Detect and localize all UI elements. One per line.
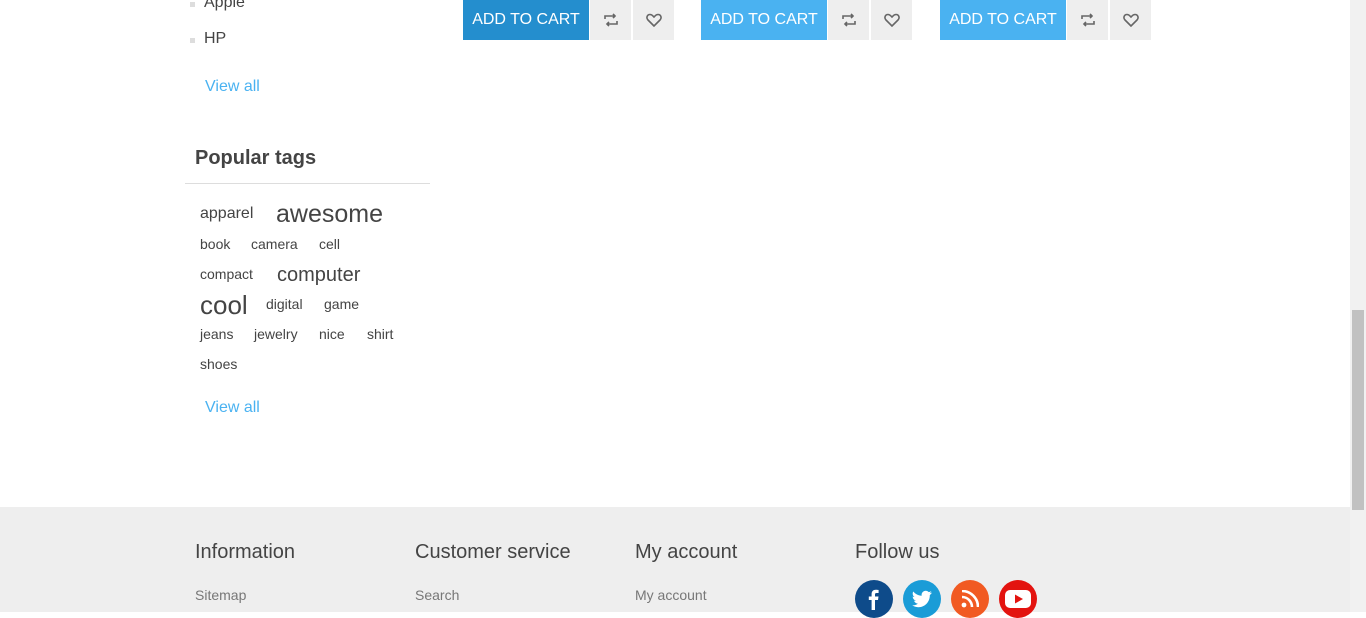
tag-compact[interactable]: compact: [200, 267, 253, 281]
list-bullet: [190, 38, 195, 43]
youtube-button[interactable]: [999, 580, 1037, 618]
manufacturers-view-all-link[interactable]: View all: [205, 78, 260, 96]
tag-shirt[interactable]: shirt: [367, 327, 393, 341]
youtube-icon: [1005, 590, 1031, 608]
rss-button[interactable]: [951, 580, 989, 618]
twitter-icon: [912, 590, 932, 608]
tag-apparel[interactable]: apparel: [200, 206, 253, 222]
tag-game[interactable]: game: [324, 297, 359, 311]
scrollbar-thumb[interactable]: [1352, 310, 1364, 510]
facebook-icon: [868, 589, 879, 610]
manufacturer-label[interactable]: HP: [204, 30, 226, 48]
footer-link-sitemap[interactable]: Sitemap: [195, 587, 246, 603]
add-to-cart-button[interactable]: ADD TO CART: [940, 0, 1066, 40]
twitter-button[interactable]: [903, 580, 941, 618]
add-to-wishlist-button[interactable]: [1110, 0, 1151, 40]
add-to-wishlist-button[interactable]: [871, 0, 912, 40]
add-to-compare-button[interactable]: [828, 0, 869, 40]
tag-nice[interactable]: nice: [319, 327, 345, 341]
add-to-compare-button[interactable]: [590, 0, 631, 40]
add-to-wishlist-button[interactable]: [633, 0, 674, 40]
compare-icon: [603, 13, 618, 27]
tag-cool[interactable]: cool: [200, 292, 248, 318]
footer-information-title: Information: [195, 541, 296, 563]
compare-icon: [841, 13, 856, 27]
popular-tags-title: Popular tags: [195, 147, 317, 169]
list-bullet: [190, 2, 195, 7]
add-to-compare-button[interactable]: [1067, 0, 1108, 40]
footer-link-my-account[interactable]: My account: [635, 587, 707, 603]
tag-computer[interactable]: computer: [277, 265, 360, 285]
heart-icon: [1122, 13, 1139, 27]
tag-jeans[interactable]: jeans: [200, 327, 233, 341]
tag-cell[interactable]: cell: [319, 237, 340, 251]
heart-icon: [645, 13, 662, 27]
footer-my-account-title: My account: [635, 541, 738, 563]
tag-awesome[interactable]: awesome: [276, 202, 383, 227]
tags-view-all-link[interactable]: View all: [205, 399, 260, 417]
heart-icon: [883, 13, 900, 27]
compare-icon: [1080, 13, 1095, 27]
footer-follow-us-title: Follow us: [855, 541, 940, 563]
divider: [185, 183, 430, 184]
vertical-scrollbar[interactable]: [1350, 0, 1366, 612]
tag-camera[interactable]: camera: [251, 237, 298, 251]
add-to-cart-button[interactable]: ADD TO CART: [463, 0, 589, 40]
tag-shoes[interactable]: shoes: [200, 357, 237, 371]
tag-jewelry[interactable]: jewelry: [254, 327, 298, 341]
tag-digital[interactable]: digital: [266, 297, 303, 311]
footer-customer-service-title: Customer service: [415, 541, 571, 563]
facebook-button[interactable]: [855, 580, 893, 618]
rss-icon: [961, 590, 979, 608]
page: Apple HP View all Popular tags apparel a…: [0, 0, 1350, 618]
footer-link-search[interactable]: Search: [415, 587, 459, 603]
add-to-cart-button[interactable]: ADD TO CART: [701, 0, 827, 40]
footer: Information Sitemap Customer service Sea…: [0, 507, 1350, 618]
tag-book[interactable]: book: [200, 237, 230, 251]
manufacturer-label[interactable]: Apple: [204, 0, 245, 12]
